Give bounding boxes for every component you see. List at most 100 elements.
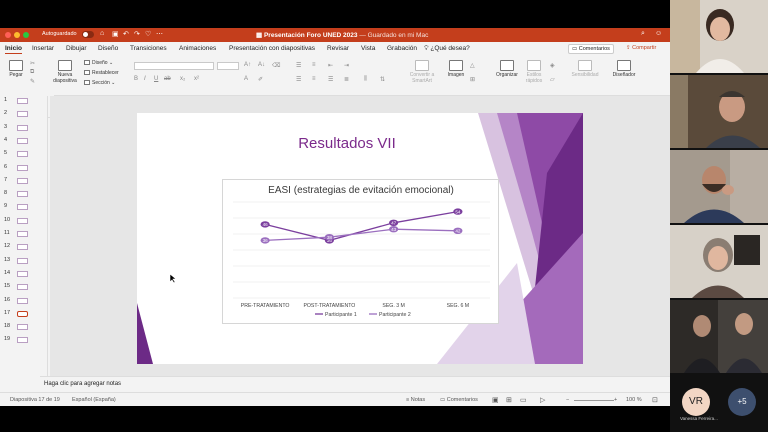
designer-button[interactable]: Diseñador bbox=[610, 60, 638, 78]
slide-thumbnail[interactable]: 7 bbox=[4, 176, 34, 186]
slide-title[interactable]: Resultados VII bbox=[137, 135, 557, 152]
participant-avatar-vr[interactable]: VR bbox=[682, 388, 710, 416]
close-window-button[interactable] bbox=[5, 32, 11, 38]
slide-thumbnail[interactable]: 3 bbox=[4, 123, 34, 133]
strikethrough-icon[interactable]: ab bbox=[164, 76, 171, 82]
decrease-font-icon[interactable]: A↓ bbox=[258, 62, 265, 68]
reading-view-icon[interactable]: ▭ bbox=[520, 396, 527, 404]
slideshow-icon[interactable]: ▷ bbox=[540, 396, 545, 404]
slide-thumbnail[interactable]: 17 bbox=[4, 309, 34, 319]
highlight-icon[interactable]: ✐ bbox=[258, 76, 263, 83]
slide-thumbnail[interactable]: 9 bbox=[4, 202, 34, 212]
tab-presentacion[interactable]: Presentación con diapositivas bbox=[229, 45, 315, 52]
notes-pane[interactable]: Haga clic para agregar notas bbox=[40, 376, 670, 392]
chart-container[interactable]: EASI (estrategias de evitación emocional… bbox=[222, 179, 499, 324]
increase-font-icon[interactable]: A↑ bbox=[244, 62, 251, 68]
tab-insertar[interactable]: Insertar bbox=[32, 45, 54, 52]
slide-thumbnail[interactable]: 2 bbox=[4, 109, 34, 119]
heart-icon[interactable]: ♡ bbox=[145, 30, 151, 38]
layout-button[interactable]: Diseño ⌄ bbox=[84, 60, 113, 66]
participant-video-4[interactable] bbox=[670, 225, 768, 298]
slide-thumbnail[interactable]: 6 bbox=[4, 163, 34, 173]
cut-icon[interactable]: ✂ bbox=[30, 60, 35, 67]
zoom-level[interactable]: 100 % bbox=[626, 397, 642, 403]
quick-styles-button[interactable]: Estilos rápidos bbox=[522, 60, 546, 84]
tab-vista[interactable]: Vista bbox=[361, 45, 375, 52]
fit-slide-icon[interactable]: ⊡ bbox=[652, 396, 658, 404]
shape-outline-icon[interactable]: ▱ bbox=[550, 76, 555, 83]
slide-thumbnail[interactable]: 1 bbox=[4, 96, 34, 106]
participant-video-2[interactable] bbox=[670, 75, 768, 148]
tab-animaciones[interactable]: Animaciones bbox=[179, 45, 216, 52]
redo-icon[interactable]: ↷ bbox=[134, 30, 140, 38]
slide-thumbnail[interactable]: 19 bbox=[4, 335, 34, 345]
comments-toggle[interactable]: ▭ Comentarios bbox=[440, 397, 478, 403]
clear-format-icon[interactable]: ⌫ bbox=[272, 62, 280, 69]
maximize-window-button[interactable] bbox=[23, 32, 29, 38]
tab-transiciones[interactable]: Transiciones bbox=[130, 45, 167, 52]
slide-thumbnail[interactable]: 13 bbox=[4, 256, 34, 266]
slide-thumbnail[interactable]: 18 bbox=[4, 322, 34, 332]
slide-thumbnail[interactable]: 8 bbox=[4, 189, 34, 199]
tab-grabacion[interactable]: Grabación bbox=[387, 45, 417, 52]
slide-thumbnail[interactable]: 12 bbox=[4, 242, 34, 252]
minimize-window-button[interactable] bbox=[14, 32, 20, 38]
section-button[interactable]: Sección ⌄ bbox=[84, 80, 115, 86]
underline-icon[interactable]: U bbox=[154, 76, 158, 82]
slide-thumbnail[interactable]: 14 bbox=[4, 269, 34, 279]
shape-fill-icon[interactable]: ◈ bbox=[550, 62, 555, 69]
slide-thumbnail[interactable]: 15 bbox=[4, 282, 34, 292]
textbox-icon[interactable]: ⊞ bbox=[470, 76, 475, 83]
text-direction-icon[interactable]: ⇅ bbox=[380, 76, 385, 83]
language-indicator[interactable]: Español (España) bbox=[72, 397, 116, 403]
participant-video-3[interactable] bbox=[670, 150, 768, 223]
more-icon[interactable]: ⋯ bbox=[156, 30, 163, 38]
tab-inicio[interactable]: Inicio bbox=[5, 45, 22, 54]
tab-diseno[interactable]: Diseño bbox=[98, 45, 118, 52]
normal-view-icon[interactable]: ▣ bbox=[492, 396, 499, 404]
notes-toggle[interactable]: ≡ Notas bbox=[406, 397, 425, 403]
sensitivity-button[interactable]: Sensibilidad bbox=[570, 60, 600, 78]
zoom-slider[interactable] bbox=[574, 400, 614, 401]
home-icon[interactable]: ⌂ bbox=[100, 30, 104, 37]
columns-icon[interactable]: ⫼ bbox=[364, 76, 367, 83]
align-left-icon[interactable]: ☰ bbox=[296, 76, 301, 83]
slide-thumbnail[interactable]: 4 bbox=[4, 136, 34, 146]
paste-button[interactable]: Pegar bbox=[5, 60, 27, 78]
search-icon[interactable]: ⌕ bbox=[641, 30, 645, 38]
slide-thumbnail[interactable]: 16 bbox=[4, 296, 34, 306]
bullets-icon[interactable]: ☰ bbox=[296, 62, 301, 69]
font-size-field[interactable] bbox=[217, 62, 239, 70]
slide-sorter-icon[interactable]: ⊞ bbox=[506, 396, 512, 404]
tab-revisar[interactable]: Revisar bbox=[327, 45, 349, 52]
bold-icon[interactable]: B bbox=[134, 76, 138, 82]
justify-icon[interactable]: ≣ bbox=[344, 76, 349, 83]
undo-icon[interactable]: ↶ bbox=[123, 30, 129, 38]
slide-thumbnail[interactable]: 5 bbox=[4, 149, 34, 159]
format-painter-icon[interactable]: ✎ bbox=[30, 78, 35, 85]
zoom-out-icon[interactable]: − bbox=[566, 397, 569, 403]
more-participants-button[interactable]: +5 bbox=[728, 388, 756, 416]
participant-video-5[interactable] bbox=[670, 300, 768, 373]
comments-button[interactable]: ▭ Comentarios bbox=[568, 44, 614, 54]
align-right-icon[interactable]: ☰ bbox=[328, 76, 333, 83]
shapes-icon[interactable]: △ bbox=[470, 62, 475, 69]
align-center-icon[interactable]: ≡ bbox=[312, 76, 316, 82]
new-slide-button[interactable]: Nueva diapositiva bbox=[50, 60, 80, 84]
zoom-in-icon[interactable]: + bbox=[614, 397, 617, 403]
current-slide[interactable]: Resultados VII EASI (estrategias de evit… bbox=[137, 113, 583, 364]
slide-thumbnail[interactable]: 10 bbox=[4, 216, 34, 226]
convert-smartart-button[interactable]: Convertir a SmartArt bbox=[407, 60, 437, 84]
increase-indent-icon[interactable]: ⇥ bbox=[344, 62, 349, 69]
share-button[interactable]: ⇪ Compartir bbox=[626, 45, 656, 51]
reset-button[interactable]: Restablecer bbox=[84, 70, 119, 76]
decrease-indent-icon[interactable]: ⇤ bbox=[328, 62, 333, 69]
tell-me-search[interactable]: 💡︎ ¿Qué desea? bbox=[424, 45, 470, 53]
copy-icon[interactable]: ⧉ bbox=[30, 69, 34, 76]
participant-video-1[interactable] bbox=[670, 0, 768, 73]
tab-dibujar[interactable]: Dibujar bbox=[66, 45, 87, 52]
slide-thumbnail[interactable]: 11 bbox=[4, 229, 34, 239]
picture-button[interactable]: Imagen bbox=[444, 60, 468, 78]
italic-icon[interactable]: I bbox=[144, 76, 146, 82]
subscript-icon[interactable]: x₂ bbox=[180, 76, 185, 82]
